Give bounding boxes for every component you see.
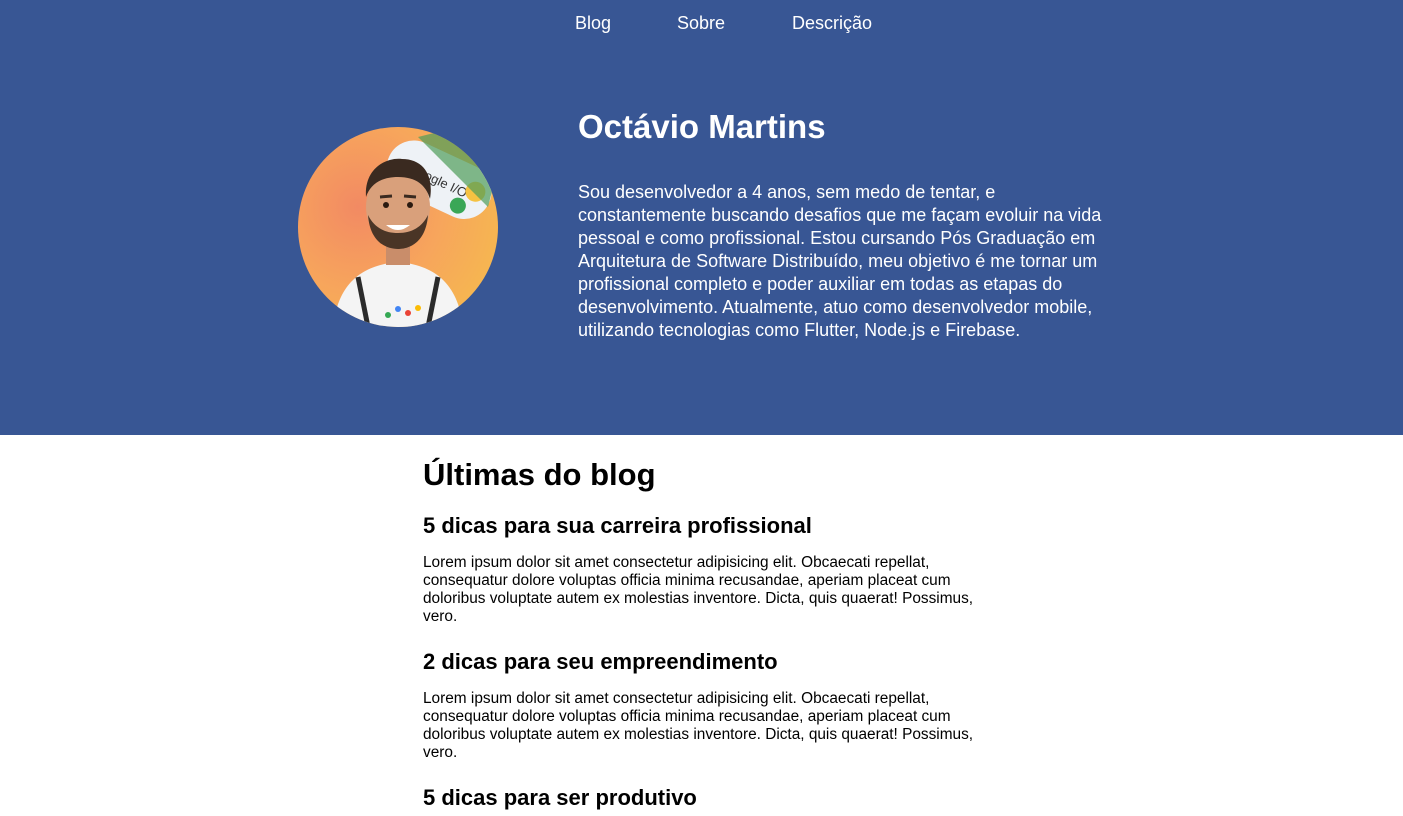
avatar: Google I/O [298,127,498,327]
nav-link-sobre[interactable]: Sobre [677,10,725,36]
blog-section: Últimas do blog 5 dicas para sua carreir… [423,452,993,812]
nav-link-blog[interactable]: Blog [575,10,611,36]
blog-post: 2 dicas para seu empreendimento Lorem ip… [423,648,993,762]
blog-post-title[interactable]: 5 dicas para sua carreira profissional [423,512,993,540]
nav-link-descricao[interactable]: Descrição [792,10,872,36]
blog-post-title[interactable]: 2 dicas para seu empreendimento [423,648,993,676]
blog-post-body: Lorem ipsum dolor sit amet consectetur a… [423,690,974,761]
blog-post: 5 dicas para sua carreira profissional L… [423,512,993,626]
profile-photo-icon: Google I/O [333,127,498,327]
blog-post: 5 dicas para ser produtivo [423,784,993,812]
profile-name: Octávio Martins [578,108,826,145]
blog-post-body: Lorem ipsum dolor sit amet consectetur a… [423,554,974,625]
profile-description: Sou desenvolvedor a 4 anos, sem medo de … [578,182,1102,340]
blog-title: Últimas do blog [423,457,656,492]
blog-post-title[interactable]: 5 dicas para ser produtivo [423,784,993,812]
hero-section: Blog Sobre Descrição Google I/O Octávio … [0,0,1403,435]
